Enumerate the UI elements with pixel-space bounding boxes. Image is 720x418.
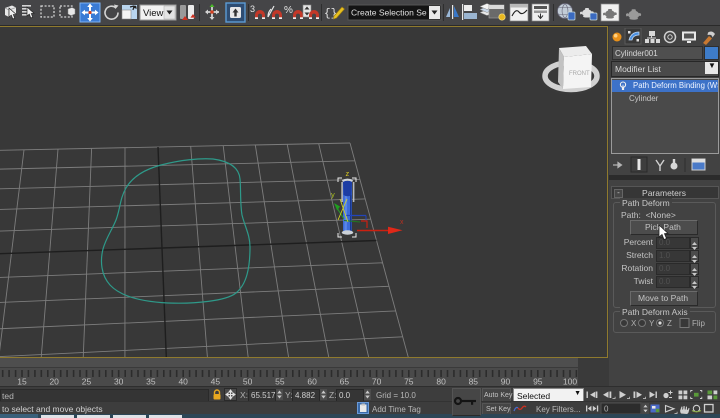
svg-text:70: 70 (372, 377, 382, 387)
svg-text:0: 0 (604, 405, 609, 414)
svg-text:y: y (331, 190, 335, 199)
svg-text:40: 40 (178, 377, 188, 387)
svg-text:Z: Z (667, 319, 672, 328)
svg-text:50: 50 (243, 377, 253, 387)
svg-text:z: z (346, 169, 350, 178)
svg-text:Create Selection Se: Create Selection Se (351, 8, 427, 18)
svg-text:55: 55 (275, 377, 285, 387)
svg-text:Flip: Flip (692, 319, 705, 328)
svg-text:75: 75 (404, 377, 414, 387)
svg-text:25: 25 (82, 377, 92, 387)
svg-text:30: 30 (114, 377, 124, 387)
svg-text:FRONT: FRONT (569, 71, 590, 77)
svg-text:3: 3 (250, 4, 255, 14)
svg-text:60: 60 (307, 377, 317, 387)
svg-text:65: 65 (340, 377, 350, 387)
svg-text:X: X (631, 319, 637, 328)
svg-text:45: 45 (211, 377, 221, 387)
svg-text:15: 15 (17, 377, 27, 387)
svg-text:95: 95 (533, 377, 543, 387)
svg-text:90: 90 (501, 377, 511, 387)
svg-text:%: % (284, 5, 293, 16)
svg-text:85: 85 (469, 377, 479, 387)
svg-text:100: 100 (563, 377, 577, 387)
svg-text:x: x (400, 219, 404, 226)
svg-text:View: View (143, 8, 164, 19)
svg-text:80: 80 (436, 377, 446, 387)
svg-text:Y: Y (649, 319, 655, 328)
svg-text:35: 35 (146, 377, 156, 387)
svg-text:20: 20 (49, 377, 59, 387)
